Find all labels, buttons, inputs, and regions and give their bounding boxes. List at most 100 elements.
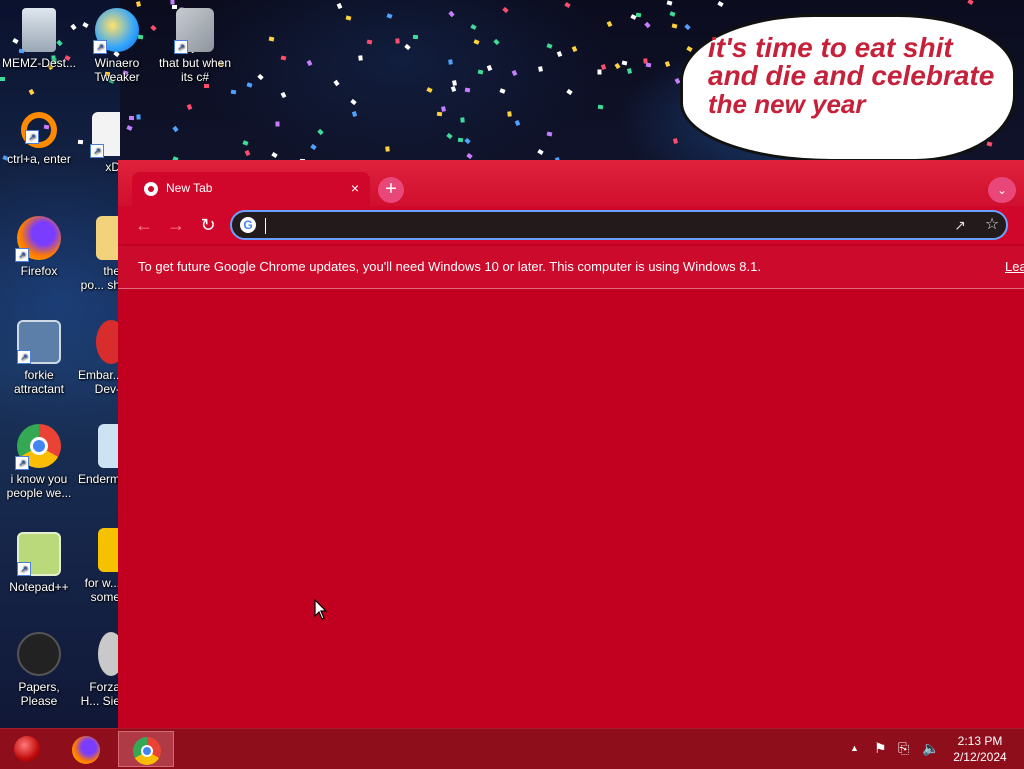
desktop-icon-label: the po... sh xyxy=(80,264,120,292)
papers-please-icon xyxy=(17,632,61,676)
shortcut-arrow-icon: ↗ xyxy=(15,456,29,470)
share-icon[interactable]: ↗ xyxy=(950,216,970,234)
confetti-piece xyxy=(600,63,607,71)
confetti-piece xyxy=(351,111,358,117)
monitor-icon xyxy=(98,424,120,468)
tab-search-button[interactable]: ⌄ xyxy=(988,177,1016,203)
confetti-piece xyxy=(186,103,193,111)
reload-button[interactable]: ↻ xyxy=(196,213,220,237)
taskbar: ▲ ⚑ ⎘ 🔈 2:13 PM 2/12/2024 xyxy=(0,728,1024,769)
confetti-piece xyxy=(502,6,509,14)
confetti-piece xyxy=(395,38,400,44)
tab-title: New Tab xyxy=(166,181,213,195)
desktop-icon-enderman[interactable]: Enderm... xyxy=(78,424,120,486)
desktop-icon-firefox[interactable]: ↗ Firefox xyxy=(0,216,78,278)
confetti-piece xyxy=(126,125,133,131)
desktop-icon-label: Winaero Tweaker xyxy=(94,56,140,84)
desktop-icon-forza[interactable]: Forza H... Sie xyxy=(78,632,120,708)
confetti-piece xyxy=(268,36,275,42)
desktop-icon-ctrl-a-enter[interactable]: ↗ ctrl+a, enter xyxy=(0,112,78,166)
confetti-piece xyxy=(333,79,340,87)
desktop-icon-label: xD xyxy=(105,160,120,174)
desktop-icon-chrome-shortcut[interactable]: ↗ i know you people we... xyxy=(0,424,78,500)
clock[interactable]: 2:13 PM 2/12/2024 xyxy=(948,733,1012,765)
confetti-piece xyxy=(473,39,480,45)
confetti-piece xyxy=(203,83,210,89)
confetti-piece xyxy=(564,1,571,9)
tab-strip: New Tab × + ⌄ xyxy=(118,160,1024,206)
confetti-piece xyxy=(306,59,313,67)
yellow-app-icon xyxy=(98,528,120,572)
desktop-icon-memz[interactable]: MEMZ-Dest... xyxy=(0,8,78,70)
hxd-icon: ↗ xyxy=(90,112,120,158)
tray-overflow-icon[interactable]: ▲ xyxy=(850,743,859,753)
forza-icon xyxy=(98,632,120,676)
bubble-line: and die and celebrate xyxy=(708,60,995,91)
notepadpp-icon: ↗ xyxy=(17,532,61,576)
back-button[interactable]: ← xyxy=(132,213,156,237)
desktop-icon-label: for w... some xyxy=(84,576,120,604)
confetti-piece xyxy=(645,62,652,68)
infobar-message: To get future Google Chrome updates, you… xyxy=(138,259,761,274)
confetti-piece xyxy=(448,59,453,65)
folder-icon xyxy=(96,216,120,260)
address-bar[interactable]: G ↗ ☆ xyxy=(230,210,1008,240)
desktop-icon-c-sharp[interactable]: ↗ that but when its c# xyxy=(156,8,234,84)
new-tab-button[interactable]: + xyxy=(378,177,404,203)
volume-muted-icon[interactable]: 🔈 xyxy=(922,740,939,757)
desktop-icon-label: that but when its c# xyxy=(158,56,232,84)
ring-icon: ↗ xyxy=(21,112,57,148)
confetti-piece xyxy=(684,23,691,31)
shortcut-arrow-icon: ↗ xyxy=(90,144,104,158)
taskbar-app-firefox[interactable] xyxy=(58,731,114,767)
confetti-piece xyxy=(477,69,484,75)
chrome-window: New Tab × + ⌄ ← → ↻ G ↗ ☆ To get future … xyxy=(118,160,1024,728)
confetti-piece xyxy=(366,39,373,45)
desktop-icon-label: Papers, Please xyxy=(18,680,60,708)
dev-icon xyxy=(96,320,120,364)
confetti-piece xyxy=(460,117,465,123)
confetti-piece xyxy=(666,0,673,6)
start-button[interactable] xyxy=(6,732,46,768)
desktop-icon-winaero[interactable]: ↗ Winaero Tweaker xyxy=(78,8,156,84)
address-input[interactable] xyxy=(264,216,928,236)
confetti-piece xyxy=(630,14,637,20)
desktop-icon-label: ctrl+a, enter xyxy=(7,152,71,166)
confetti-piece xyxy=(271,151,278,159)
toolbar: ← → ↻ G ↗ ☆ xyxy=(118,206,1024,244)
desktop-icon-papers-please[interactable]: Papers, Please xyxy=(0,632,78,708)
forward-button[interactable]: → xyxy=(164,213,188,237)
confetti-piece xyxy=(464,87,471,93)
taskbar-app-chrome[interactable] xyxy=(118,731,174,767)
confetti-piece xyxy=(464,137,471,145)
confetti-piece xyxy=(644,21,651,29)
confetti-piece xyxy=(280,55,287,61)
confetti-piece xyxy=(128,115,135,121)
action-center-flag-icon[interactable]: ⚑ xyxy=(874,740,887,757)
infobar-learn-more-link[interactable]: Lea xyxy=(1005,259,1024,274)
confetti-piece xyxy=(967,0,974,5)
desktop-icon-dev[interactable]: Embar... Dev- xyxy=(78,320,120,396)
bookmark-star-icon[interactable]: ☆ xyxy=(982,215,1002,235)
windows-stack-icon: ↗ xyxy=(174,8,214,54)
desktop-icon-forkie[interactable]: ↗ forkie attractant xyxy=(0,320,78,396)
arrow-right-icon: → xyxy=(167,215,185,235)
network-icon[interactable]: ⎘ xyxy=(898,740,909,757)
confetti-piece xyxy=(350,98,357,106)
confetti-piece xyxy=(448,10,455,18)
desktop-icon-yellow[interactable]: for w... some xyxy=(78,528,120,604)
confetti-piece xyxy=(404,43,411,51)
bubble-line: it's time to eat shit xyxy=(708,32,953,63)
confetti-piece xyxy=(499,88,506,94)
desktop-icon-label: Forza H... Sie xyxy=(80,680,120,708)
confetti-piece xyxy=(345,15,352,21)
confetti-piece xyxy=(358,55,363,61)
confetti-piece xyxy=(230,89,237,95)
desktop-icon-hxd[interactable]: ↗ xD xyxy=(78,112,120,174)
desktop-icon-notepadpp[interactable]: ↗ Notepad++ xyxy=(0,532,78,594)
confetti-piece xyxy=(336,2,343,10)
desktop-icon-folder[interactable]: the po... sh xyxy=(78,216,120,292)
text-caret xyxy=(265,218,266,234)
tab-close-button[interactable]: × xyxy=(346,179,364,197)
tab-new-tab[interactable]: New Tab × xyxy=(132,172,370,206)
